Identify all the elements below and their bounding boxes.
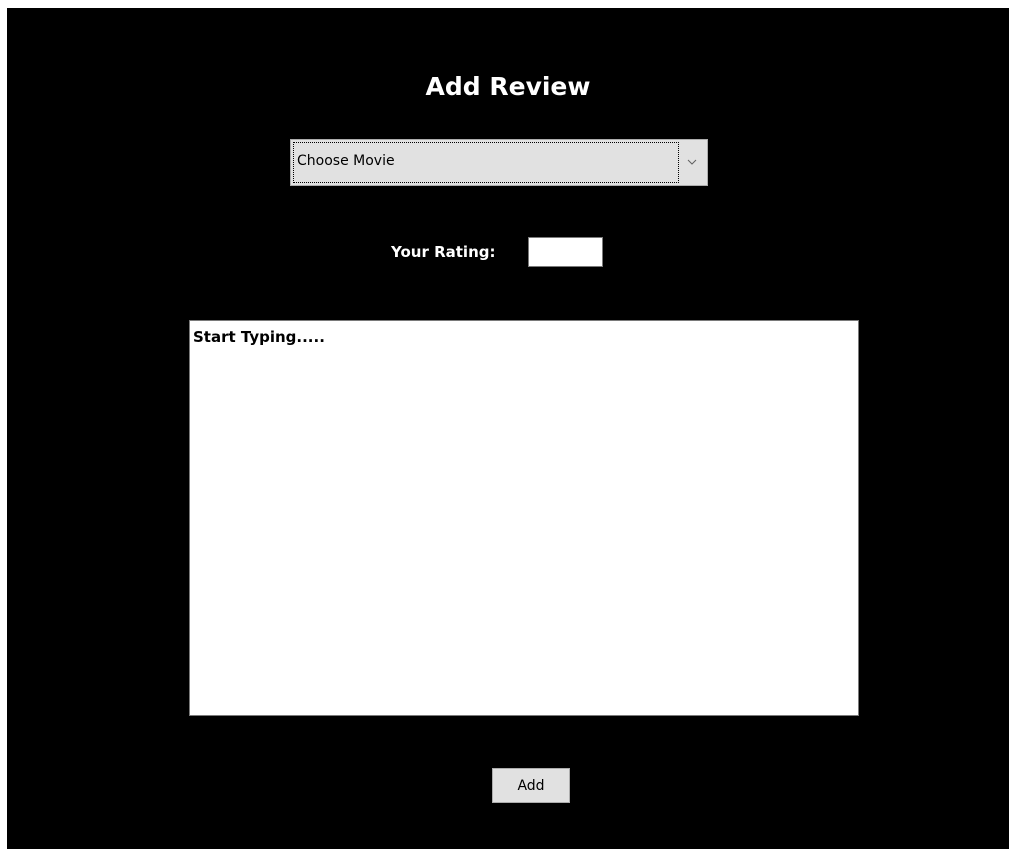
review-textarea[interactable]: Start Typing..... bbox=[189, 320, 859, 716]
add-button[interactable]: Add bbox=[492, 768, 570, 803]
add-review-window: Add Review Choose Movie Your Rating: Sta… bbox=[7, 8, 1009, 849]
movie-dropdown[interactable]: Choose Movie bbox=[290, 139, 708, 186]
rating-input[interactable] bbox=[528, 237, 603, 267]
movie-dropdown-value: Choose Movie bbox=[297, 153, 395, 169]
rating-label: Your Rating: bbox=[391, 243, 496, 261]
chevron-down-icon[interactable] bbox=[685, 155, 699, 169]
page-title: Add Review bbox=[425, 72, 591, 101]
